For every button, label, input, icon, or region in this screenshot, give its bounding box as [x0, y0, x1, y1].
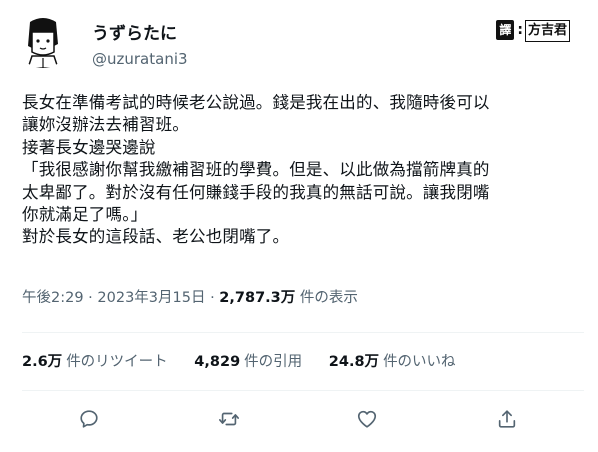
engagement-stats: 2.6万 件のリツイート 4,829 件の引用 24.8万 件のいいね — [22, 352, 478, 372]
tweet-date[interactable]: 2023年3月15日 — [97, 290, 205, 306]
retweet-button[interactable] — [218, 408, 244, 434]
tweet-line: 太卑鄙了。對於沒有任何賺錢手段的我真的無話可說。讓我閉嘴 — [22, 182, 490, 202]
avatar[interactable] — [16, 14, 70, 68]
likes-label: 件のいいね — [383, 354, 456, 370]
likes-count: 24.8万 — [328, 354, 380, 370]
retweets-stat[interactable]: 2.6万 件のリツイート — [22, 352, 168, 372]
display-name[interactable]: うずらたに — [92, 24, 177, 44]
reply-icon — [80, 410, 98, 428]
translator-name: 方吉君 — [524, 20, 570, 42]
quotes-stat[interactable]: 4,829 件の引用 — [194, 352, 302, 372]
share-icon — [498, 410, 516, 428]
share-button[interactable] — [496, 408, 522, 434]
retweets-count: 2.6万 — [22, 354, 63, 370]
avatar-illustration-icon — [16, 14, 70, 68]
quotes-label: 件の引用 — [244, 354, 303, 370]
tweet-line: 接著長女邊哭邊說 — [22, 137, 156, 157]
tweet-line: 對於長女的這段話、老公也閉嘴了。 — [22, 227, 290, 247]
like-button[interactable] — [356, 408, 382, 434]
action-bar — [22, 400, 584, 440]
view-count-label: 件の表示 — [299, 290, 358, 306]
divider — [22, 332, 584, 333]
tweet-header: うずらたに @uzuratani3 譯: 方吉君 — [16, 8, 582, 78]
quotes-count: 4,829 — [194, 354, 241, 370]
likes-stat[interactable]: 24.8万 件のいいね — [329, 352, 456, 372]
tweet-line: 「我很感謝你幫我繳補習班的學費。但是、以此做為擋箭牌真的 — [22, 160, 490, 180]
view-count: 2,787.3万 — [219, 290, 296, 306]
user-handle[interactable]: @uzuratani3 — [92, 50, 188, 68]
divider — [22, 390, 584, 391]
meta-separator: · — [205, 290, 220, 306]
retweet-icon — [219, 412, 239, 426]
translator-credit: 譯: 方吉君 — [496, 20, 570, 42]
tweet-line: 讓妳沒辦法去補習班。 — [22, 115, 189, 135]
meta-separator: · — [83, 290, 98, 306]
retweets-label: 件のリツイート — [66, 354, 168, 370]
tweet-line: 長女在準備考試的時候老公說過。錢是我在出的、我隨時後可以 — [22, 93, 490, 112]
tweet-text: 長女在準備考試的時候老公說過。錢是我在出的、我隨時後可以 讓妳沒辦法去補習班。 … — [22, 92, 584, 249]
like-icon — [357, 410, 377, 428]
tweet-line: 你就滿足了嗎。」 — [22, 205, 148, 225]
translator-badge: 譯 — [496, 20, 515, 40]
tweet-time[interactable]: 午後2:29 — [22, 290, 84, 306]
reply-button[interactable] — [78, 408, 104, 434]
translator-separator: : — [517, 22, 523, 38]
tweet-meta: 午後2:29 · 2023年3月15日 · 2,787.3万 件の表示 — [22, 288, 358, 308]
